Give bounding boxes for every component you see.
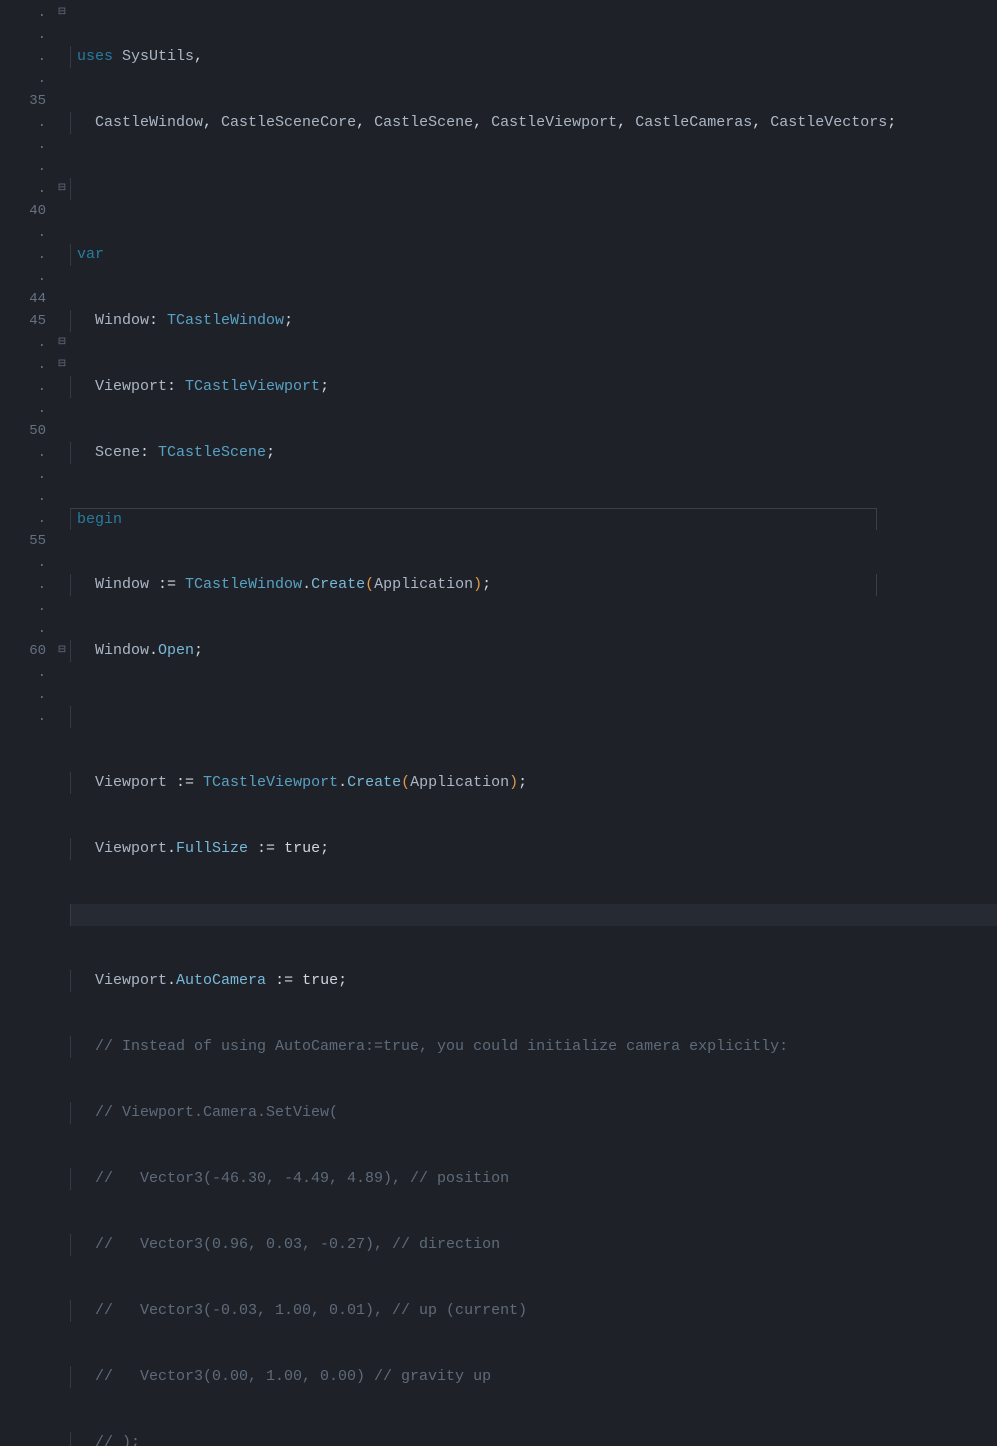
line-number: 60 — [0, 640, 54, 662]
line-number: 50 — [0, 420, 54, 442]
line-number: . — [0, 574, 54, 596]
line-number: . — [0, 134, 54, 156]
code-line[interactable]: // Vector3(-0.03, 1.00, 0.01), // up (cu… — [70, 1300, 997, 1322]
line-number: 45 — [0, 310, 54, 332]
code-line[interactable] — [70, 706, 997, 728]
line-number: . — [0, 618, 54, 640]
line-number: . — [0, 266, 54, 288]
line-number: . — [0, 706, 54, 728]
fold-toggle[interactable]: ⊟ — [54, 354, 70, 376]
code-line[interactable]: Viewport.AutoCamera := true; — [70, 970, 997, 992]
code-line[interactable]: Window := TCastleWindow.Create(Applicati… — [70, 574, 877, 596]
fold-toggle[interactable]: ⊟ — [54, 640, 70, 662]
code-line-current[interactable] — [70, 904, 997, 926]
line-number: . — [0, 486, 54, 508]
fold-toggle[interactable]: ⊟ — [54, 178, 70, 200]
line-number: . — [0, 244, 54, 266]
code-line[interactable]: Viewport := TCastleViewport.Create(Appli… — [70, 772, 997, 794]
line-number: . — [0, 46, 54, 68]
code-line[interactable]: // Viewport.Camera.SetView( — [70, 1102, 997, 1124]
line-gutter: . . . . 35 . . . . 40 . . . 44 45 . . . … — [0, 0, 54, 723]
code-line[interactable]: var — [70, 244, 997, 266]
code-line[interactable]: CastleWindow, CastleSceneCore, CastleSce… — [70, 112, 997, 134]
line-number: . — [0, 684, 54, 706]
code-line[interactable]: // Vector3(0.00, 1.00, 0.00) // gravity … — [70, 1366, 997, 1388]
code-line[interactable]: // Instead of using AutoCamera:=true, yo… — [70, 1036, 997, 1058]
code-line[interactable]: Scene: TCastleScene; — [70, 442, 997, 464]
line-number: . — [0, 2, 54, 24]
code-line[interactable]: uses SysUtils, — [70, 46, 997, 68]
code-line[interactable]: // Vector3(-46.30, -4.49, 4.89), // posi… — [70, 1168, 997, 1190]
line-number: . — [0, 112, 54, 134]
code-line[interactable]: begin — [70, 508, 877, 530]
code-line[interactable]: Window.Open; — [70, 640, 997, 662]
code-content[interactable]: uses SysUtils, CastleWindow, CastleScene… — [70, 0, 997, 723]
fold-toggle[interactable]: ⊟ — [54, 2, 70, 24]
line-number: . — [0, 662, 54, 684]
line-number: . — [0, 552, 54, 574]
line-number: . — [0, 332, 54, 354]
line-number: . — [0, 442, 54, 464]
line-number: . — [0, 156, 54, 178]
code-line[interactable]: // Vector3(0.96, 0.03, -0.27), // direct… — [70, 1234, 997, 1256]
code-line[interactable] — [70, 178, 997, 200]
line-number: 35 — [0, 90, 54, 112]
line-number: . — [0, 398, 54, 420]
line-number: 55 — [0, 530, 54, 552]
line-number: 40 — [0, 200, 54, 222]
line-number: . — [0, 464, 54, 486]
code-line[interactable]: // ); — [70, 1432, 997, 1446]
code-editor[interactable]: . . . . 35 . . . . 40 . . . 44 45 . . . … — [0, 0, 997, 723]
line-number: . — [0, 222, 54, 244]
line-number: . — [0, 596, 54, 618]
code-line[interactable]: Viewport.FullSize := true; — [70, 838, 997, 860]
fold-toggle[interactable]: ⊟ — [54, 332, 70, 354]
line-number: . — [0, 376, 54, 398]
code-line[interactable]: Window: TCastleWindow; — [70, 310, 997, 332]
line-number: . — [0, 178, 54, 200]
fold-column: ⊟ ⊟ ⊟ ⊟ ⊟ — [54, 0, 70, 723]
line-number: . — [0, 354, 54, 376]
line-number: 44 — [0, 288, 54, 310]
line-number: . — [0, 508, 54, 530]
code-line[interactable]: Viewport: TCastleViewport; — [70, 376, 997, 398]
line-number: . — [0, 68, 54, 90]
line-number: . — [0, 24, 54, 46]
